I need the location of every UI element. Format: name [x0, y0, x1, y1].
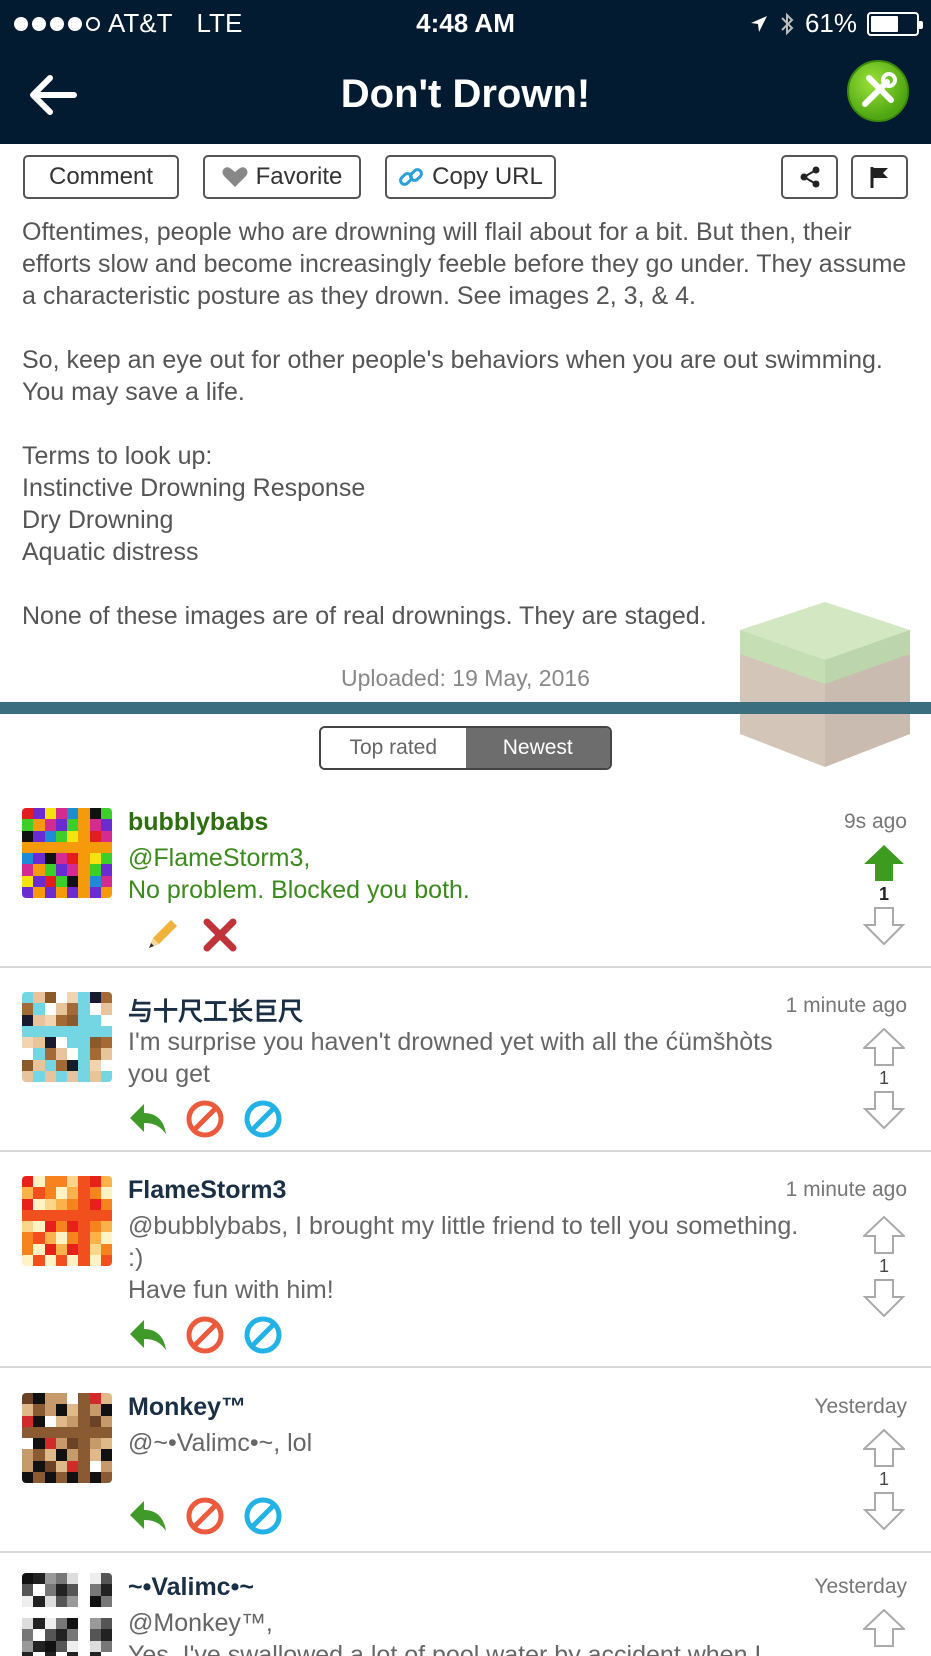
- comment-line: @~•Valimc•~, lol: [128, 1429, 313, 1457]
- comment-username[interactable]: bubblybabs: [128, 808, 268, 837]
- vote-count: 1: [878, 1068, 889, 1088]
- user-avatar[interactable]: [22, 808, 112, 898]
- comment-username[interactable]: Monkey™: [128, 1393, 246, 1422]
- comment-line: No problem. Blocked you both.: [128, 876, 470, 904]
- user-avatar[interactable]: [22, 1176, 112, 1266]
- downvote-arrow-icon[interactable]: [863, 1492, 905, 1530]
- nav-bar: Don't Drown!: [0, 46, 931, 144]
- share-button[interactable]: [781, 155, 838, 199]
- upvote-arrow-icon[interactable]: [863, 844, 905, 882]
- copy-url-button[interactable]: Copy URL: [385, 155, 556, 199]
- post-description: Oftentimes, people who are drowning will…: [22, 216, 912, 632]
- vote-control: 1: [863, 1429, 905, 1530]
- favorite-button[interactable]: Favorite: [203, 155, 361, 199]
- upvote-arrow-icon[interactable]: [863, 1216, 905, 1254]
- term-item: Instinctive Drowning Response: [22, 474, 366, 502]
- delete-x-icon[interactable]: [201, 916, 239, 954]
- downvote-arrow-icon[interactable]: [863, 1091, 905, 1129]
- terms-heading: Terms to look up:: [22, 442, 213, 470]
- comment-line: Yes, I've swallowed a lot of pool water …: [128, 1641, 762, 1656]
- ignore-user-icon[interactable]: [244, 1100, 282, 1138]
- status-bar: AT&T LTE 4:48 AM 61%: [0, 0, 931, 46]
- share-icon: [800, 166, 819, 188]
- ignore-user-icon[interactable]: [244, 1316, 282, 1354]
- user-avatar[interactable]: [22, 992, 112, 1082]
- comment-username[interactable]: ~•Valimc•~: [128, 1573, 254, 1602]
- section-divider: [0, 702, 931, 714]
- heart-icon: [222, 167, 248, 187]
- tools-icon[interactable]: [847, 60, 909, 122]
- sort-newest-tab[interactable]: Newest: [465, 728, 610, 768]
- ignore-user-icon[interactable]: [244, 1497, 282, 1535]
- vote-count: 1: [878, 1469, 889, 1489]
- comment-row: FlameStorm3 1 minute ago @bubblybabs, I …: [0, 1176, 931, 1368]
- flag-button[interactable]: [851, 155, 908, 199]
- comment-time: 1 minute ago: [785, 994, 907, 1017]
- reply-arrow-icon[interactable]: [128, 1100, 166, 1138]
- flag-icon: [870, 167, 888, 188]
- downvote-arrow-icon[interactable]: [863, 1279, 905, 1317]
- favorite-button-label: Favorite: [255, 163, 343, 190]
- comment-line: I'm surprise you haven't drowned yet wit…: [128, 1028, 773, 1088]
- user-avatar[interactable]: [22, 1573, 112, 1656]
- copy-url-button-label: Copy URL: [432, 163, 543, 190]
- block-user-icon[interactable]: [186, 1316, 224, 1354]
- comment-text: @Monkey™, Yes, I've swallowed a lot of p…: [128, 1607, 818, 1656]
- description-paragraph: So, keep an eye out for other people's b…: [22, 346, 883, 406]
- location-arrow-icon: [750, 15, 767, 32]
- comment-row: 与十尺工长巨尺 1 minute ago I'm surprise you ha…: [0, 992, 931, 1152]
- comment-username[interactable]: 与十尺工长巨尺: [128, 992, 303, 1028]
- comment-time: 9s ago: [843, 810, 907, 833]
- reply-arrow-icon[interactable]: [128, 1497, 166, 1535]
- comment-time: Yesterday: [814, 1395, 907, 1418]
- comment-line: Have fun with him!: [128, 1276, 334, 1304]
- comment-line: @Monkey™,: [128, 1609, 273, 1637]
- comment-row: ~•Valimc•~ Yesterday @Monkey™, Yes, I've…: [0, 1573, 931, 1656]
- reply-arrow-icon[interactable]: [128, 1316, 166, 1354]
- vote-count: 1: [878, 1256, 889, 1276]
- description-paragraph: Oftentimes, people who are drowning will…: [22, 218, 907, 310]
- action-bar: Comment Favorite Copy URL: [0, 155, 931, 201]
- term-item: Aquatic distress: [22, 538, 199, 566]
- comment-row: bubblybabs 9s ago @FlameStorm3, No probl…: [0, 808, 931, 968]
- comment-line: @FlameStorm3,: [128, 844, 311, 872]
- upvote-arrow-icon[interactable]: [863, 1028, 905, 1066]
- comment-button-label: Comment: [48, 163, 154, 190]
- battery-icon: [867, 11, 923, 36]
- sort-segmented-control: Top rated Newest: [319, 726, 612, 770]
- upvote-arrow-icon[interactable]: [863, 1429, 905, 1467]
- term-item: Dry Drowning: [22, 506, 174, 534]
- block-user-icon[interactable]: [186, 1100, 224, 1138]
- vote-control: 1: [863, 1028, 905, 1129]
- vote-control: [863, 1609, 905, 1647]
- comment-row: Monkey™ Yesterday @~•Valimc•~, lol 1: [0, 1393, 931, 1553]
- page-title: Don't Drown!: [340, 72, 591, 116]
- comment-text: @FlameStorm3, No problem. Blocked you bo…: [128, 842, 818, 906]
- upload-date: Uploaded: 19 May, 2016: [341, 665, 590, 691]
- comment-button[interactable]: Comment: [23, 155, 179, 199]
- comment-text: @~•Valimc•~, lol: [128, 1427, 818, 1459]
- vote-control: 1: [863, 1216, 905, 1317]
- comment-username[interactable]: FlameStorm3: [128, 1176, 286, 1205]
- block-user-icon[interactable]: [186, 1497, 224, 1535]
- edit-pencil-icon[interactable]: [143, 916, 181, 954]
- comment-time: Yesterday: [814, 1575, 907, 1598]
- vote-count: 1: [878, 884, 889, 904]
- comment-text: I'm surprise you haven't drowned yet wit…: [128, 1026, 818, 1090]
- comment-time: 1 minute ago: [785, 1178, 907, 1201]
- link-icon: [399, 168, 424, 186]
- sort-top-rated-tab[interactable]: Top rated: [321, 728, 466, 768]
- downvote-arrow-icon[interactable]: [863, 907, 905, 945]
- comment-line: @bubblybabs, I brought my little friend …: [128, 1212, 799, 1272]
- user-avatar[interactable]: [22, 1393, 112, 1483]
- upvote-arrow-icon[interactable]: [863, 1609, 905, 1647]
- comment-text: @bubblybabs, I brought my little friend …: [128, 1210, 818, 1306]
- battery-percent: 61%: [804, 8, 857, 38]
- bluetooth-icon: [781, 12, 794, 35]
- vote-control: 1: [863, 844, 905, 945]
